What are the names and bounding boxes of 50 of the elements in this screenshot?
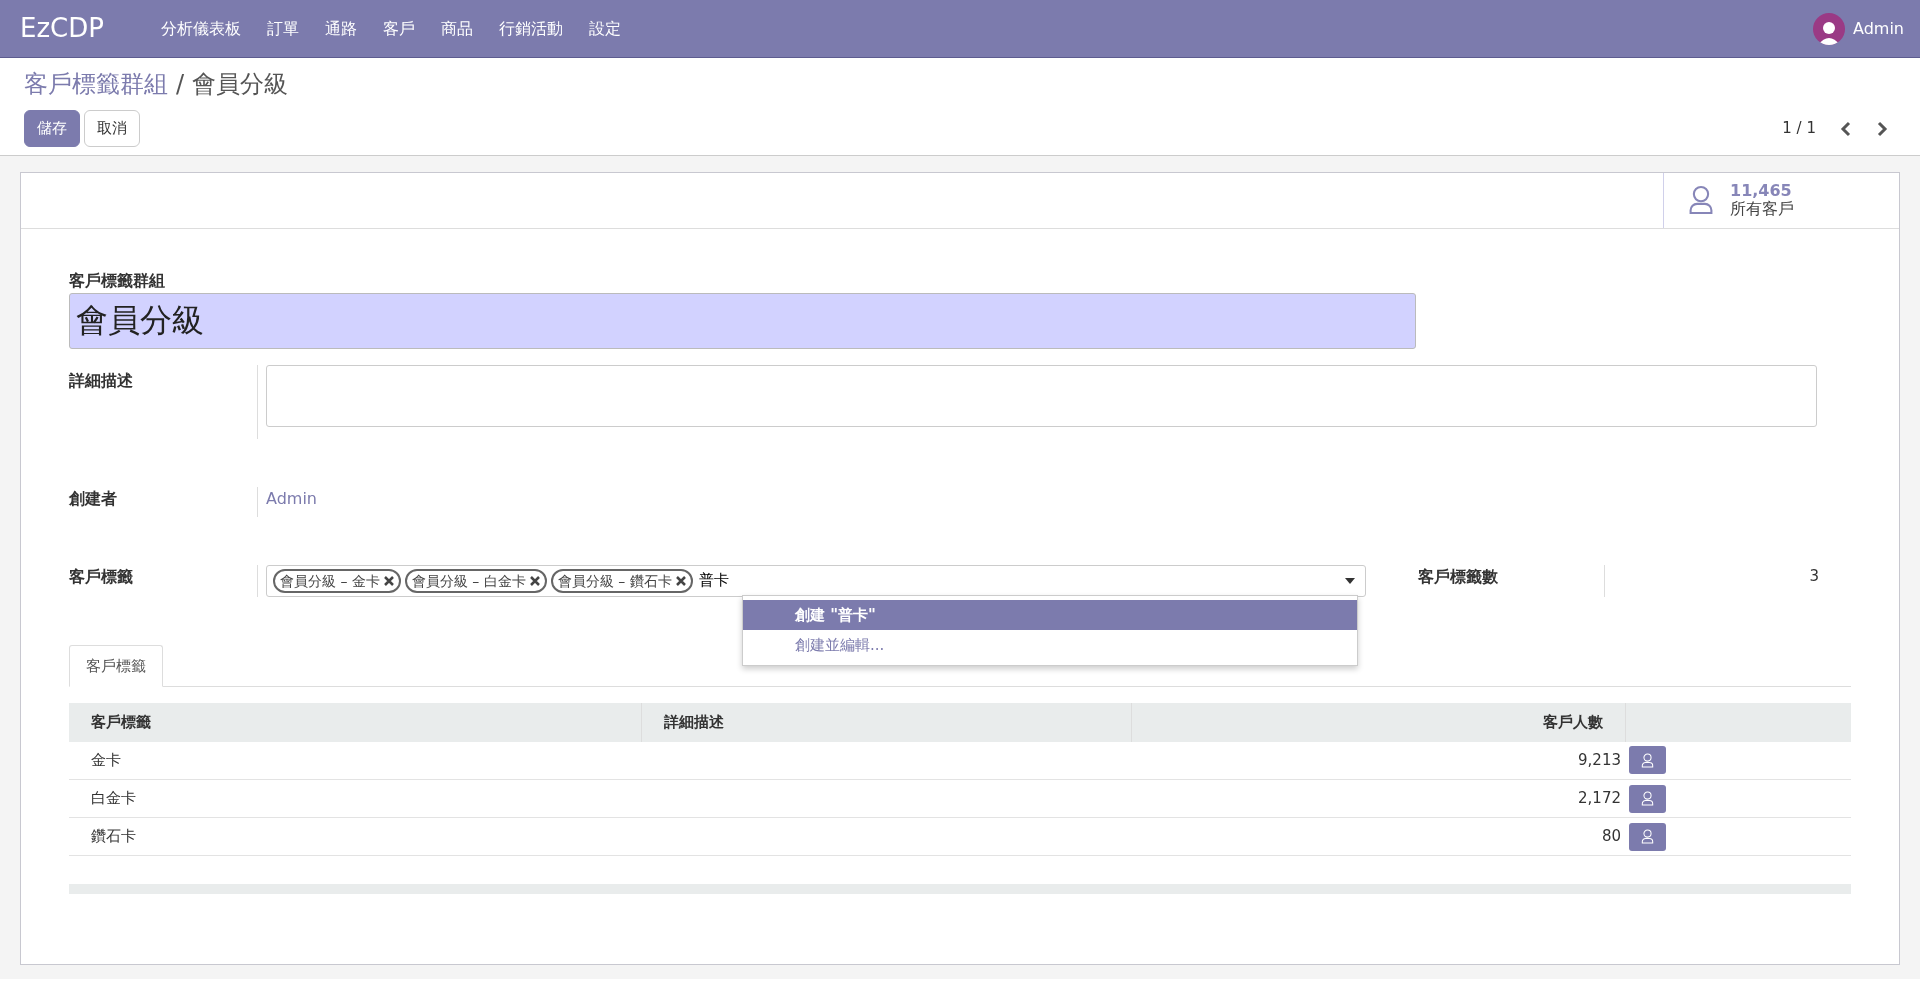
creator-link[interactable]: Admin	[266, 488, 317, 508]
cancel-button[interactable]: 取消	[84, 110, 140, 147]
menu-item[interactable]: 設定	[575, 16, 634, 41]
person-icon	[1688, 185, 1714, 215]
field-label: 客戶標籤數	[1417, 565, 1499, 588]
name-input[interactable]: 會員分級	[69, 292, 1416, 349]
person-icon	[1641, 791, 1654, 806]
table-cell: 白金卡	[69, 779, 641, 818]
field-label: 創建者	[69, 487, 118, 510]
field-label: 客戶標籤群組	[69, 269, 166, 292]
view-customers-button[interactable]	[1629, 746, 1666, 775]
person-icon	[1641, 829, 1654, 844]
tag-count-value: 3	[1604, 564, 1819, 597]
view-customers-button[interactable]	[1629, 784, 1666, 813]
menu-item[interactable]: 分析儀表板	[147, 16, 254, 41]
menu-item[interactable]: 行銷活動	[485, 16, 576, 41]
save-button[interactable]: 儲存	[24, 110, 80, 147]
menu-item[interactable]: 訂單	[253, 16, 312, 41]
table-cell: 2,172	[1131, 779, 1625, 818]
dropdown-item[interactable]: 創建 "普卡"	[743, 599, 1357, 630]
person-icon	[1641, 752, 1654, 768]
remove-icon[interactable]	[383, 575, 394, 586]
column-header[interactable]: 客戶人數	[1131, 703, 1625, 742]
field-label: 詳細描述	[69, 369, 134, 392]
remove-icon[interactable]	[675, 575, 686, 586]
table-cell: 80	[1131, 817, 1625, 856]
avatar-icon	[1813, 12, 1845, 45]
tag-chip[interactable]: 會員分級 – 鑽石卡	[550, 568, 693, 593]
pager-counter: 1 / 1	[1782, 118, 1816, 139]
breadcrumb-link[interactable]: 客戶標籤群組	[24, 66, 168, 102]
menu-item[interactable]: 客戶	[369, 16, 428, 41]
field-label: 客戶標籤	[69, 565, 134, 588]
tab[interactable]: 客戶標籤	[69, 644, 163, 687]
menu-item[interactable]: 商品	[427, 16, 486, 41]
tag-chip[interactable]: 會員分級 – 金卡	[273, 568, 401, 593]
menu-item[interactable]: 通路	[311, 16, 370, 41]
table-cell: 金卡	[69, 741, 641, 780]
view-customers-button[interactable]	[1629, 822, 1666, 851]
description-input[interactable]	[266, 364, 1817, 427]
column-header[interactable]: 詳細描述	[641, 703, 1131, 742]
table-cell: 9,213	[1131, 741, 1625, 780]
breadcrumb-separator: /	[176, 69, 185, 100]
user-menu[interactable]: Admin	[1853, 16, 1904, 41]
table-cell: 鑽石卡	[69, 817, 641, 856]
breadcrumb-current: 會員分級	[192, 69, 289, 100]
remove-icon[interactable]	[529, 575, 540, 586]
dropdown-item[interactable]: 創建並編輯...	[743, 630, 1357, 661]
column-header[interactable]: 客戶標籤	[69, 703, 641, 742]
tag-chip[interactable]: 會員分級 – 白金卡	[404, 568, 547, 593]
brand-logo[interactable]: EzCDP	[0, 9, 124, 48]
